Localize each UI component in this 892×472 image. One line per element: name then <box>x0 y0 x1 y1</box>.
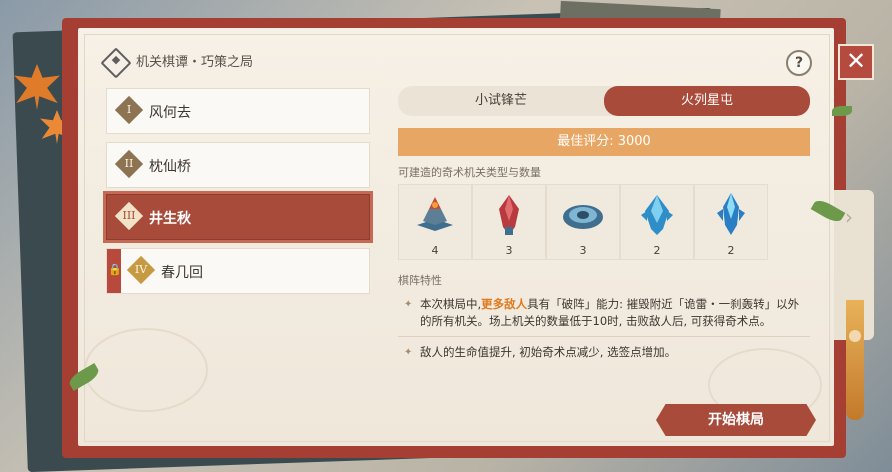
unit-card[interactable]: 3 <box>546 184 620 260</box>
level-label: 风何去 <box>149 105 191 121</box>
divider <box>398 336 810 337</box>
feature-text-pre: 本次棋局中, <box>420 297 482 311</box>
lock-icon: 🔒 <box>107 249 122 293</box>
features-section-label: 棋阵特性 <box>398 274 442 287</box>
blue-spire-icon <box>717 193 745 235</box>
spiral-disc-icon <box>563 205 603 229</box>
chevron-right-icon: › <box>845 205 853 229</box>
numeral-badge-icon: I <box>114 95 144 125</box>
tassel <box>846 300 864 420</box>
numeral-badge-icon: IV <box>126 255 156 285</box>
star-bullet-icon: ✦ <box>404 347 413 358</box>
volcano-tower-icon <box>417 197 453 231</box>
cloud-pattern <box>84 328 208 412</box>
unit-card[interactable]: 3 <box>472 184 546 260</box>
units-section-label: 可建造的奇术机关类型与数量 <box>398 166 541 179</box>
feature-highlight: 更多敌人 <box>481 297 528 311</box>
numeral-badge-icon: III <box>114 201 144 231</box>
unit-count: 2 <box>727 244 735 257</box>
feature-item-2: ✦ 敌人的生命值提升, 初始奇术点减少, 选签点增加。 <box>398 344 810 361</box>
level-label: 春几回 <box>161 265 203 281</box>
tassel-knot <box>849 330 861 342</box>
difficulty-tabs: 小试锋芒 火列星屯 <box>398 86 810 116</box>
leaf-icon <box>832 106 852 116</box>
unit-count: 3 <box>505 244 513 257</box>
unit-count: 3 <box>579 244 587 257</box>
unit-card[interactable]: 4 <box>398 184 472 260</box>
level-item-2[interactable]: II 枕仙桥 <box>106 142 370 188</box>
level-item-4-locked[interactable]: 🔒 IV 春几回 <box>106 248 370 294</box>
level-label: 枕仙桥 <box>149 159 191 175</box>
feature-item-1: ✦ 本次棋局中,更多敌人具有「破阵」能力: 摧毁附近「诡雷・一刹轰转」以外的所有… <box>398 296 810 330</box>
tab-hard[interactable]: 火列星屯 <box>604 86 810 116</box>
unit-card[interactable]: 2 <box>694 184 768 260</box>
help-button[interactable]: ? <box>786 50 812 76</box>
page-title: 机关棋谭・巧策之局 <box>136 55 254 70</box>
unit-count: 4 <box>431 244 439 257</box>
unit-count: 2 <box>653 244 661 257</box>
unit-card[interactable]: 2 <box>620 184 694 260</box>
best-score-bar: 最佳评分: 3000 <box>398 128 810 156</box>
blue-crystal-icon <box>641 195 673 235</box>
tab-easy[interactable]: 小试锋芒 <box>398 86 604 116</box>
start-game-button[interactable]: 开始棋局 <box>656 404 816 436</box>
star-bullet-icon: ✦ <box>404 299 413 310</box>
level-label: 井生秋 <box>149 211 191 227</box>
level-item-1[interactable]: I 风何去 <box>106 88 370 134</box>
red-crystal-tower-icon <box>499 195 519 235</box>
numeral-badge-icon: II <box>114 149 144 179</box>
feature-text: 敌人的生命值提升, 初始奇术点减少, 选签点增加。 <box>420 345 677 359</box>
level-item-3-selected[interactable]: III 井生秋 <box>106 194 370 240</box>
close-button[interactable]: ✕ <box>838 44 874 80</box>
